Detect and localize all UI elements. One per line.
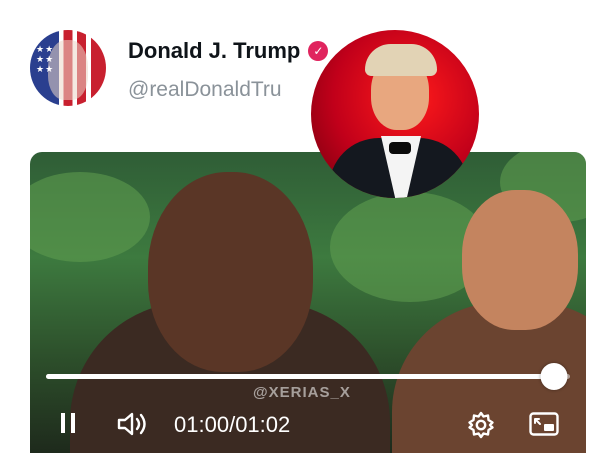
video-scrubber[interactable] [46,363,570,390]
pause-button[interactable] [56,410,80,436]
jungle-foliage [30,172,150,262]
duration: 01:02 [235,412,291,437]
author-name-row: Donald J. Trump ✓ [128,38,329,64]
portrait-hair [365,44,437,76]
video-figure-right-face [462,190,578,330]
scrubber-handle[interactable] [540,363,568,390]
picture-in-picture-icon [529,412,559,436]
author-handle[interactable]: @realDonaldTru [128,78,282,102]
video-figure-left-face [148,172,313,372]
volume-icon [117,412,146,436]
video-watermark: @XERIAS_X [253,384,351,401]
inset-portrait-photo [311,30,479,198]
picture-in-picture-button[interactable] [528,410,560,438]
volume-button[interactable] [116,410,150,438]
playback-time: 01:00/01:02 [174,412,290,438]
display-name[interactable]: Donald J. Trump [128,38,300,64]
verified-badge-icon: ✓ [308,41,329,61]
gear-icon [468,411,494,439]
settings-button[interactable] [466,410,496,440]
profile-avatar[interactable]: ★★ ★★ ★★ [30,30,106,106]
video-player[interactable]: @XERIAS_X 01:00/01:02 [30,152,586,453]
pause-icon [61,413,75,433]
avatar-stars: ★★ ★★ ★★ [36,44,55,74]
current-time: 01:00 [174,412,230,437]
portrait-bowtie [389,142,411,154]
scrubber-progress [46,374,555,379]
